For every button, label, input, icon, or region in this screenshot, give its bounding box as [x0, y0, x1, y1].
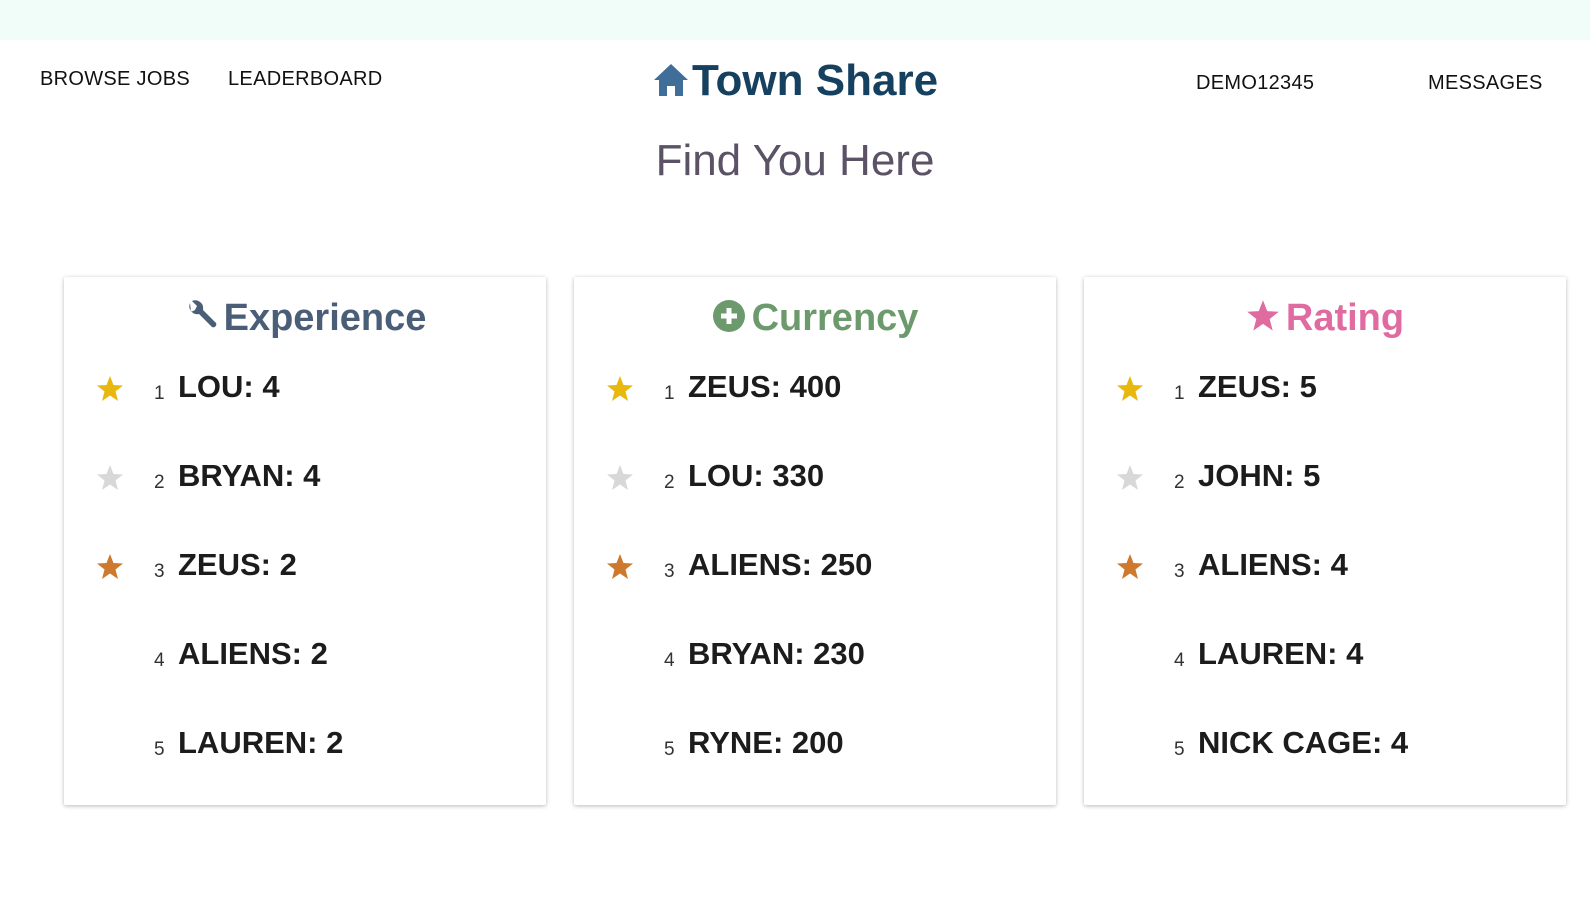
rank-number: 2	[1174, 472, 1185, 493]
bronze-star-icon	[606, 553, 634, 581]
leaderboard-entry: BRYAN: 4	[178, 458, 321, 493]
home-icon	[652, 59, 690, 109]
leaderboard-entry: ALIENS: 2	[178, 636, 328, 671]
leaderboard-row: 2 LOU: 330	[574, 458, 1056, 498]
rank-number: 5	[1174, 739, 1185, 760]
rank-number: 3	[664, 561, 675, 582]
rank-number: 2	[154, 472, 165, 493]
rank-number: 4	[1174, 650, 1185, 671]
rating-title-label: Rating	[1285, 297, 1405, 339]
leaderboard-entry: RYNE: 200	[688, 725, 844, 760]
leaderboard-entry: NICK CAGE: 4	[1198, 725, 1409, 760]
rank-number: 2	[664, 472, 675, 493]
bronze-star-icon	[96, 553, 124, 581]
silver-star-icon	[1116, 464, 1144, 492]
leaderboard-row: 4 ALIENS: 2	[64, 636, 546, 676]
leaderboard-row: 3 ZEUS: 2	[64, 547, 546, 587]
rank-number: 3	[1174, 561, 1185, 582]
silver-star-icon	[606, 464, 634, 492]
bronze-star-icon	[1116, 553, 1144, 581]
rating-leaderboard-card: Rating 1 ZEUS: 5 2 JOHN: 5 3 ALIENS: 4 4…	[1084, 277, 1566, 805]
gold-star-icon	[606, 375, 634, 403]
leaderboard-row: 5 LAUREN: 2	[64, 725, 546, 765]
top-banner	[0, 0, 1590, 40]
leaderboard-row: 5 NICK CAGE: 4	[1084, 725, 1566, 765]
leaderboard-row: 3 ALIENS: 250	[574, 547, 1056, 587]
experience-card-title: Experience	[64, 297, 546, 343]
wrench-icon	[184, 299, 218, 343]
leaderboard-entry: JOHN: 5	[1198, 458, 1321, 493]
currency-title-label: Currency	[751, 297, 919, 339]
rank-number: 1	[664, 383, 675, 404]
brand-title: Town Share	[691, 56, 939, 105]
leaderboard-entry: ZEUS: 5	[1198, 369, 1317, 404]
gold-star-icon	[96, 375, 124, 403]
rank-number: 5	[154, 739, 165, 760]
leaderboard-row: 1 LOU: 4	[64, 369, 546, 409]
leaderboard-row: 2 BRYAN: 4	[64, 458, 546, 498]
leaderboard-row: 5 RYNE: 200	[574, 725, 1056, 765]
gold-star-icon	[1116, 375, 1144, 403]
rank-number: 5	[664, 739, 675, 760]
experience-leaderboard-card: Experience 1 LOU: 4 2 BRYAN: 4 3 ZEUS: 2…	[64, 277, 546, 805]
leaderboard-entry: LAUREN: 4	[1198, 636, 1364, 671]
leaderboard-row: 2 JOHN: 5	[1084, 458, 1566, 498]
leaderboard-entry: ALIENS: 4	[1198, 547, 1348, 582]
rating-card-title: Rating	[1084, 297, 1566, 343]
leaderboard-row: 3 ALIENS: 4	[1084, 547, 1566, 587]
leaderboard-row: 1 ZEUS: 5	[1084, 369, 1566, 409]
rank-number: 4	[664, 650, 675, 671]
leaderboard-entry: LAUREN: 2	[178, 725, 344, 760]
leaderboard-row: 1 ZEUS: 400	[574, 369, 1056, 409]
leaderboard-entry: ZEUS: 2	[178, 547, 297, 582]
leaderboard-row: 4 LAUREN: 4	[1084, 636, 1566, 676]
plus-circle-icon	[712, 299, 746, 343]
rank-number: 1	[154, 383, 165, 404]
silver-star-icon	[96, 464, 124, 492]
rank-number: 1	[1174, 383, 1185, 404]
leaderboard-entry: LOU: 330	[688, 458, 825, 493]
rank-number: 4	[154, 650, 165, 671]
currency-card-title: Currency	[574, 297, 1056, 343]
leaderboard-entry: BRYAN: 230	[688, 636, 865, 671]
star-icon	[1246, 299, 1280, 343]
leaderboard-entry: ALIENS: 250	[688, 547, 873, 582]
leaderboard-row: 4 BRYAN: 230	[574, 636, 1056, 676]
page-subtitle: Find You Here	[655, 136, 935, 185]
leaderboard-entry: LOU: 4	[178, 369, 280, 404]
experience-title-label: Experience	[223, 297, 427, 339]
leaderboard-entry: ZEUS: 400	[688, 369, 842, 404]
rank-number: 3	[154, 561, 165, 582]
brand-logo[interactable]: Town Share	[0, 56, 1590, 109]
currency-leaderboard-card: Currency 1 ZEUS: 400 2 LOU: 330 3 ALIENS…	[574, 277, 1056, 805]
